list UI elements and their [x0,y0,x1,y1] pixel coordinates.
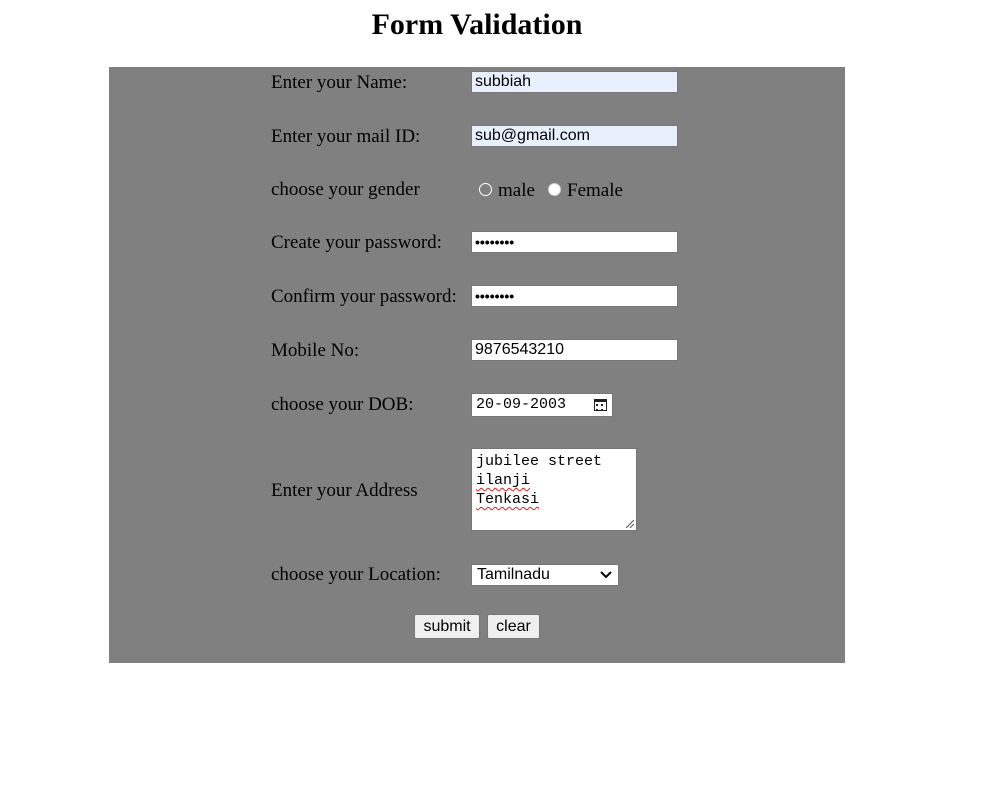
confirm-password-label: Confirm your password: [271,286,457,307]
confirm-password-input[interactable]: •••••••• [471,285,678,307]
form-panel: Enter your Name: subbiah Enter your mail… [109,67,845,663]
location-select[interactable]: Tamilnadu [471,564,619,586]
clear-button[interactable]: clear [487,614,540,639]
mail-label: Enter your mail ID: [271,126,421,147]
address-line: Tenkasi [476,491,540,508]
gender-female-label: Female [567,180,623,201]
dob-label: choose your DOB: [271,394,414,415]
location-selected-value: Tamilnadu [477,566,550,583]
address-line: jubilee street [476,453,603,470]
page-title: Form Validation [371,8,583,41]
mobile-input[interactable]: 9876543210 [471,339,678,361]
password-label: Create your password: [271,232,442,253]
password-input[interactable]: •••••••• [471,231,678,253]
address-textarea[interactable]: jubilee street ilanji Tenkasi [471,448,637,531]
gender-female-radio[interactable] [548,183,561,196]
gender-male-radio[interactable] [479,183,492,196]
name-input[interactable]: subbiah [471,71,678,93]
mail-input[interactable]: sub@gmail.com [471,125,678,147]
gender-male-label: male [498,180,535,201]
dob-value: 20-09-2003 [476,396,567,413]
mobile-label: Mobile No: [271,340,360,361]
resize-grip-icon[interactable] [625,519,634,528]
address-label: Enter your Address [271,480,418,501]
name-label: Enter your Name: [271,72,408,93]
chevron-down-icon [600,571,612,579]
dob-input[interactable]: 20-09-2003 [471,393,613,417]
submit-button[interactable]: submit [414,614,480,639]
address-line: ilanji [476,472,531,489]
calendar-icon[interactable] [594,399,607,411]
gender-label: choose your gender [271,179,420,200]
location-label: choose your Location: [271,564,441,585]
